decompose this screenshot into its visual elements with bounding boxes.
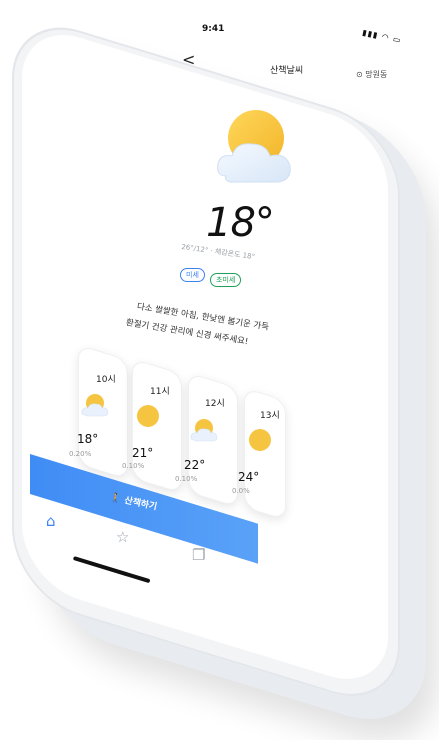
- hour-temp: 18°: [77, 432, 99, 446]
- hour-precip: 0.20%: [69, 450, 92, 458]
- hour-label: 13시: [260, 411, 280, 421]
- home-indicator: [72, 556, 151, 584]
- documents-icon: ❐: [192, 546, 206, 564]
- wifi-icon: ◠: [380, 32, 391, 43]
- location-pin-icon: ⊙: [356, 70, 363, 79]
- hour-temp: 21°: [132, 446, 154, 460]
- battery-icon: ▭: [392, 34, 403, 46]
- chevron-left-icon: <: [182, 50, 196, 69]
- hour-label: 11시: [150, 387, 170, 397]
- nav-home[interactable]: ⌂: [46, 512, 56, 530]
- hour-temp: 22°: [184, 458, 206, 472]
- nav-records[interactable]: ❐: [192, 546, 205, 564]
- hour-temp: 24°: [238, 470, 260, 484]
- home-icon: ⌂: [46, 512, 56, 530]
- hour-precip: 0.10%: [122, 462, 145, 470]
- hour-label: 10시: [96, 375, 116, 385]
- back-button[interactable]: <: [182, 50, 195, 69]
- page-title: 산책날씨: [270, 66, 304, 76]
- weather-icon-partly-cloudy: [212, 108, 302, 190]
- partly-cloudy-icon: [81, 393, 109, 423]
- location-label: 망원동: [365, 70, 388, 79]
- ultrafine-dust-badge: 초미세: [210, 273, 242, 287]
- partly-cloudy-icon: [190, 418, 218, 448]
- star-badge-icon: ☆: [116, 528, 130, 546]
- hour-precip: 0.10%: [175, 475, 198, 483]
- sunny-icon: [248, 428, 272, 456]
- sunny-icon: [136, 404, 160, 432]
- status-time: 9:41: [202, 24, 225, 34]
- hour-label: 12시: [205, 399, 225, 409]
- hour-precip: 0.0%: [232, 487, 250, 495]
- location-button[interactable]: ⊙ 망원동: [356, 69, 387, 80]
- nav-bookmark[interactable]: ☆: [116, 528, 129, 546]
- current-temperature: 18°: [206, 200, 275, 246]
- fine-dust-badge: 미세: [180, 268, 205, 282]
- status-icons: ▮▮▮ ◠ ▭: [361, 28, 402, 45]
- walking-icon: 🚶: [109, 492, 123, 506]
- signal-icon: ▮▮▮: [361, 27, 380, 41]
